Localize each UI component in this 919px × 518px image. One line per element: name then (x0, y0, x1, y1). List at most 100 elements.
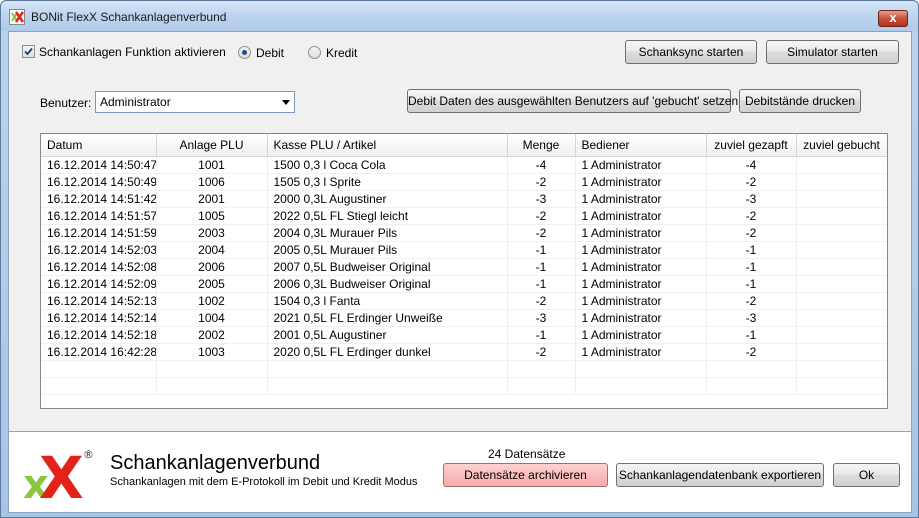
table-cell: 16.12.2014 14:52:09 (41, 275, 157, 293)
table-cell: 1 Administrator (575, 190, 707, 208)
archive-records-button[interactable]: Datensätze archivieren (443, 463, 608, 487)
col-header-datum[interactable]: Datum (41, 134, 157, 157)
table-row[interactable]: 16.12.2014 14:52:09 2005 2006 0,3L Budweis… (41, 275, 887, 293)
table-row[interactable]: 16.12.2014 14:52:08 2006 2007 0,5L Budweis… (41, 258, 887, 276)
table-cell: -2 (507, 292, 576, 310)
set-booked-button[interactable]: Debit Daten des ausgewählten Benutzers a… (407, 89, 738, 113)
mode-debit-label[interactable]: Debit (256, 46, 284, 60)
table-header: Datum Anlage PLU Kasse PLU / Artikel Men… (41, 134, 887, 157)
brand-title: Schankanlagenverbund (110, 452, 321, 474)
table-cell: 1 Administrator (575, 207, 707, 225)
table-cell (156, 360, 268, 378)
client-area: Schankanlagen Funktion aktivieren Debit … (8, 31, 912, 513)
table-row[interactable]: 16.12.2014 14:52:14 1004 2021 0,5L FL Erdi… (41, 309, 887, 327)
table-cell: 1 Administrator (575, 173, 707, 191)
col-header-menge[interactable]: Menge (507, 134, 576, 157)
table-cell: 16.12.2014 14:51:59 (41, 224, 157, 242)
table-cell (796, 224, 887, 242)
table-cell: 16.12.2014 14:52:08 (41, 258, 157, 276)
table-row[interactable] (41, 377, 887, 395)
ok-button[interactable]: Ok (833, 463, 900, 487)
table-cell (706, 360, 797, 378)
schanksync-start-button[interactable]: Schanksync starten (625, 40, 757, 64)
table-cell: 2001 (156, 190, 268, 208)
print-debit-button[interactable]: Debitstände drucken (739, 89, 861, 113)
col-header-anlage-plu[interactable]: Anlage PLU (156, 134, 268, 157)
table-cell: 1 Administrator (575, 224, 707, 242)
table-cell: 16.12.2014 14:50:49 (41, 173, 157, 191)
mode-kredit-label[interactable]: Kredit (326, 46, 357, 60)
table-row[interactable]: 16.12.2014 16:42:28 1003 2020 0,5L FL Erdi… (41, 343, 887, 361)
table-cell (796, 156, 887, 174)
mode-debit-radio[interactable] (238, 46, 251, 59)
footer-panel: x X ® Schankanlagenverbund Schankanlagen… (9, 431, 911, 512)
table-cell (507, 360, 576, 378)
table-row[interactable]: 16.12.2014 14:50:49 1006 1505 0,3 l Sprite… (41, 173, 887, 191)
table-cell: 1 Administrator (575, 258, 707, 276)
table-cell: 2001 0,5L Augustiner (267, 326, 508, 344)
data-grid[interactable]: Datum Anlage PLU Kasse PLU / Artikel Men… (40, 133, 888, 409)
activate-checkbox[interactable] (22, 45, 35, 58)
brand-logo: x X ® (23, 444, 94, 502)
export-database-button[interactable]: Schankanlagendatenbank exportieren (616, 463, 824, 487)
table-cell: -2 (706, 292, 797, 310)
col-header-zuviel-gezapft[interactable]: zuviel gezapft (706, 134, 797, 157)
table-row[interactable]: 16.12.2014 14:51:42 2001 2000 0,3L Augusti… (41, 190, 887, 208)
table-cell (796, 241, 887, 259)
table-cell: -2 (507, 173, 576, 191)
table-cell (796, 173, 887, 191)
table-cell: 1 Administrator (575, 241, 707, 259)
table-cell: 2020 0,5L FL Erdinger dunkel (267, 343, 508, 361)
simulator-start-button[interactable]: Simulator starten (766, 40, 899, 64)
logo-registered-mark: ® (83, 448, 94, 461)
checkmark-icon (24, 47, 33, 56)
table-cell: -2 (507, 207, 576, 225)
table-cell: 2005 (156, 275, 268, 293)
table-row[interactable]: 16.12.2014 14:52:18 2002 2001 0,5L Augusti… (41, 326, 887, 344)
user-select[interactable]: Administrator (95, 91, 295, 113)
col-header-kasse-plu[interactable]: Kasse PLU / Artikel (267, 134, 508, 157)
activate-label[interactable]: Schankanlagen Funktion aktivieren (39, 45, 226, 59)
table-cell: 2022 0,5L FL Stiegl leicht (267, 207, 508, 225)
table-cell: 1003 (156, 343, 268, 361)
table-cell: -2 (706, 224, 797, 242)
table-cell: -4 (507, 156, 576, 174)
user-select-value: Administrator (100, 95, 171, 109)
table-row[interactable]: 16.12.2014 14:50:47 1001 1500 0,3 l Coca C… (41, 156, 887, 174)
table-cell: 1 Administrator (575, 292, 707, 310)
table-cell: 1 Administrator (575, 156, 707, 174)
table-cell: -3 (507, 309, 576, 327)
table-cell: 16.12.2014 14:52:13 (41, 292, 157, 310)
table-cell: -1 (706, 258, 797, 276)
mode-kredit-radio[interactable] (308, 46, 321, 59)
table-cell (796, 275, 887, 293)
table-cell: 16.12.2014 16:42:28 (41, 343, 157, 361)
table-cell: 2002 (156, 326, 268, 344)
close-button[interactable]: x (878, 10, 908, 27)
col-header-bediener[interactable]: Bediener (575, 134, 707, 157)
table-row[interactable]: 16.12.2014 14:52:13 1002 1504 0,3 l Fanta -… (41, 292, 887, 310)
col-header-zuviel-gebucht[interactable]: zuviel gebucht (796, 134, 887, 157)
table-row[interactable]: 16.12.2014 14:52:03 2004 2005 0,5L Murauer… (41, 241, 887, 259)
table-cell: -3 (507, 190, 576, 208)
table-cell: 1005 (156, 207, 268, 225)
table-row[interactable]: 16.12.2014 14:51:59 2003 2004 0,3L Murauer… (41, 224, 887, 242)
brand-subtitle: Schankanlagen mit dem E-Protokoll im Deb… (110, 476, 418, 488)
table-cell: 2006 0,3L Budweiser Original (267, 275, 508, 293)
table-cell: -1 (507, 275, 576, 293)
table-cell: -2 (706, 173, 797, 191)
table-cell (41, 377, 157, 395)
title-bar[interactable]: BONit FlexX Schankanlagenverbund x (1, 1, 918, 31)
table-cell: 2003 (156, 224, 268, 242)
table-cell: 2006 (156, 258, 268, 276)
table-row[interactable]: 16.12.2014 14:51:57 1005 2022 0,5L FL Stie… (41, 207, 887, 225)
table-cell: -1 (507, 326, 576, 344)
table-cell: -2 (706, 207, 797, 225)
table-cell: 2005 0,5L Murauer Pils (267, 241, 508, 259)
table-row[interactable] (41, 360, 887, 378)
table-cell: -2 (706, 343, 797, 361)
app-logo-icon[interactable] (9, 9, 25, 25)
table-cell (575, 360, 707, 378)
table-cell (575, 377, 707, 395)
table-cell: 1 Administrator (575, 309, 707, 327)
